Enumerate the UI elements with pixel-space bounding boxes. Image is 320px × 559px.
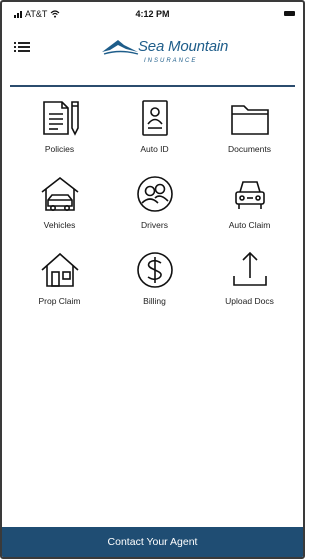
contact-agent-button[interactable]: Contact Your Agent (2, 527, 303, 557)
mountain-logo-icon (102, 40, 139, 55)
tile-label: Auto Claim (228, 220, 271, 230)
tile-label: Auto ID (140, 144, 169, 154)
car-icon (234, 181, 265, 209)
document-pencil-icon (42, 101, 79, 136)
tile-label: Prop Claim (38, 296, 81, 306)
drivers-icon (136, 176, 173, 212)
tile-upload-docs[interactable]: Upload Docs (202, 250, 297, 320)
tile-vehicles[interactable]: Vehicles (12, 174, 107, 244)
tile-billing[interactable]: Billing (107, 250, 202, 320)
header-divider (10, 85, 295, 87)
tile-label: Documents (228, 144, 271, 154)
app-screen: AT&T 4:12 PM Sea Mountain INSURANCE Poli… (0, 0, 305, 559)
tile-prop-claim[interactable]: Prop Claim (12, 250, 107, 320)
folder-icon (230, 105, 269, 135)
tile-auto-claim[interactable]: Auto Claim (202, 174, 297, 244)
tile-policies[interactable]: Policies (12, 98, 107, 168)
status-time: 4:12 PM (135, 9, 170, 19)
tile-drivers[interactable]: Drivers (107, 174, 202, 244)
tile-label: Upload Docs (225, 296, 274, 306)
brand-subtitle: INSURANCE (144, 58, 198, 64)
menu-icon[interactable] (14, 40, 30, 54)
app-header: Sea Mountain INSURANCE (2, 30, 303, 84)
status-bar: AT&T 4:12 PM (2, 2, 303, 30)
upload-icon (232, 251, 267, 286)
tile-auto-id[interactable]: Auto ID (107, 98, 202, 168)
house-car-icon (41, 176, 78, 211)
battery-icon (284, 11, 295, 16)
brand-logo: Sea Mountain INSURANCE (98, 32, 268, 76)
dollar-icon (136, 252, 173, 288)
tile-label: Policies (44, 144, 75, 154)
brand-name: Sea Mountain (138, 38, 229, 55)
tile-label: Billing (143, 296, 166, 306)
home-icon (40, 252, 79, 287)
tile-label: Drivers (141, 220, 168, 230)
tile-label: Vehicles (43, 220, 76, 230)
id-card-icon (141, 100, 168, 136)
tile-documents[interactable]: Documents (202, 98, 297, 168)
